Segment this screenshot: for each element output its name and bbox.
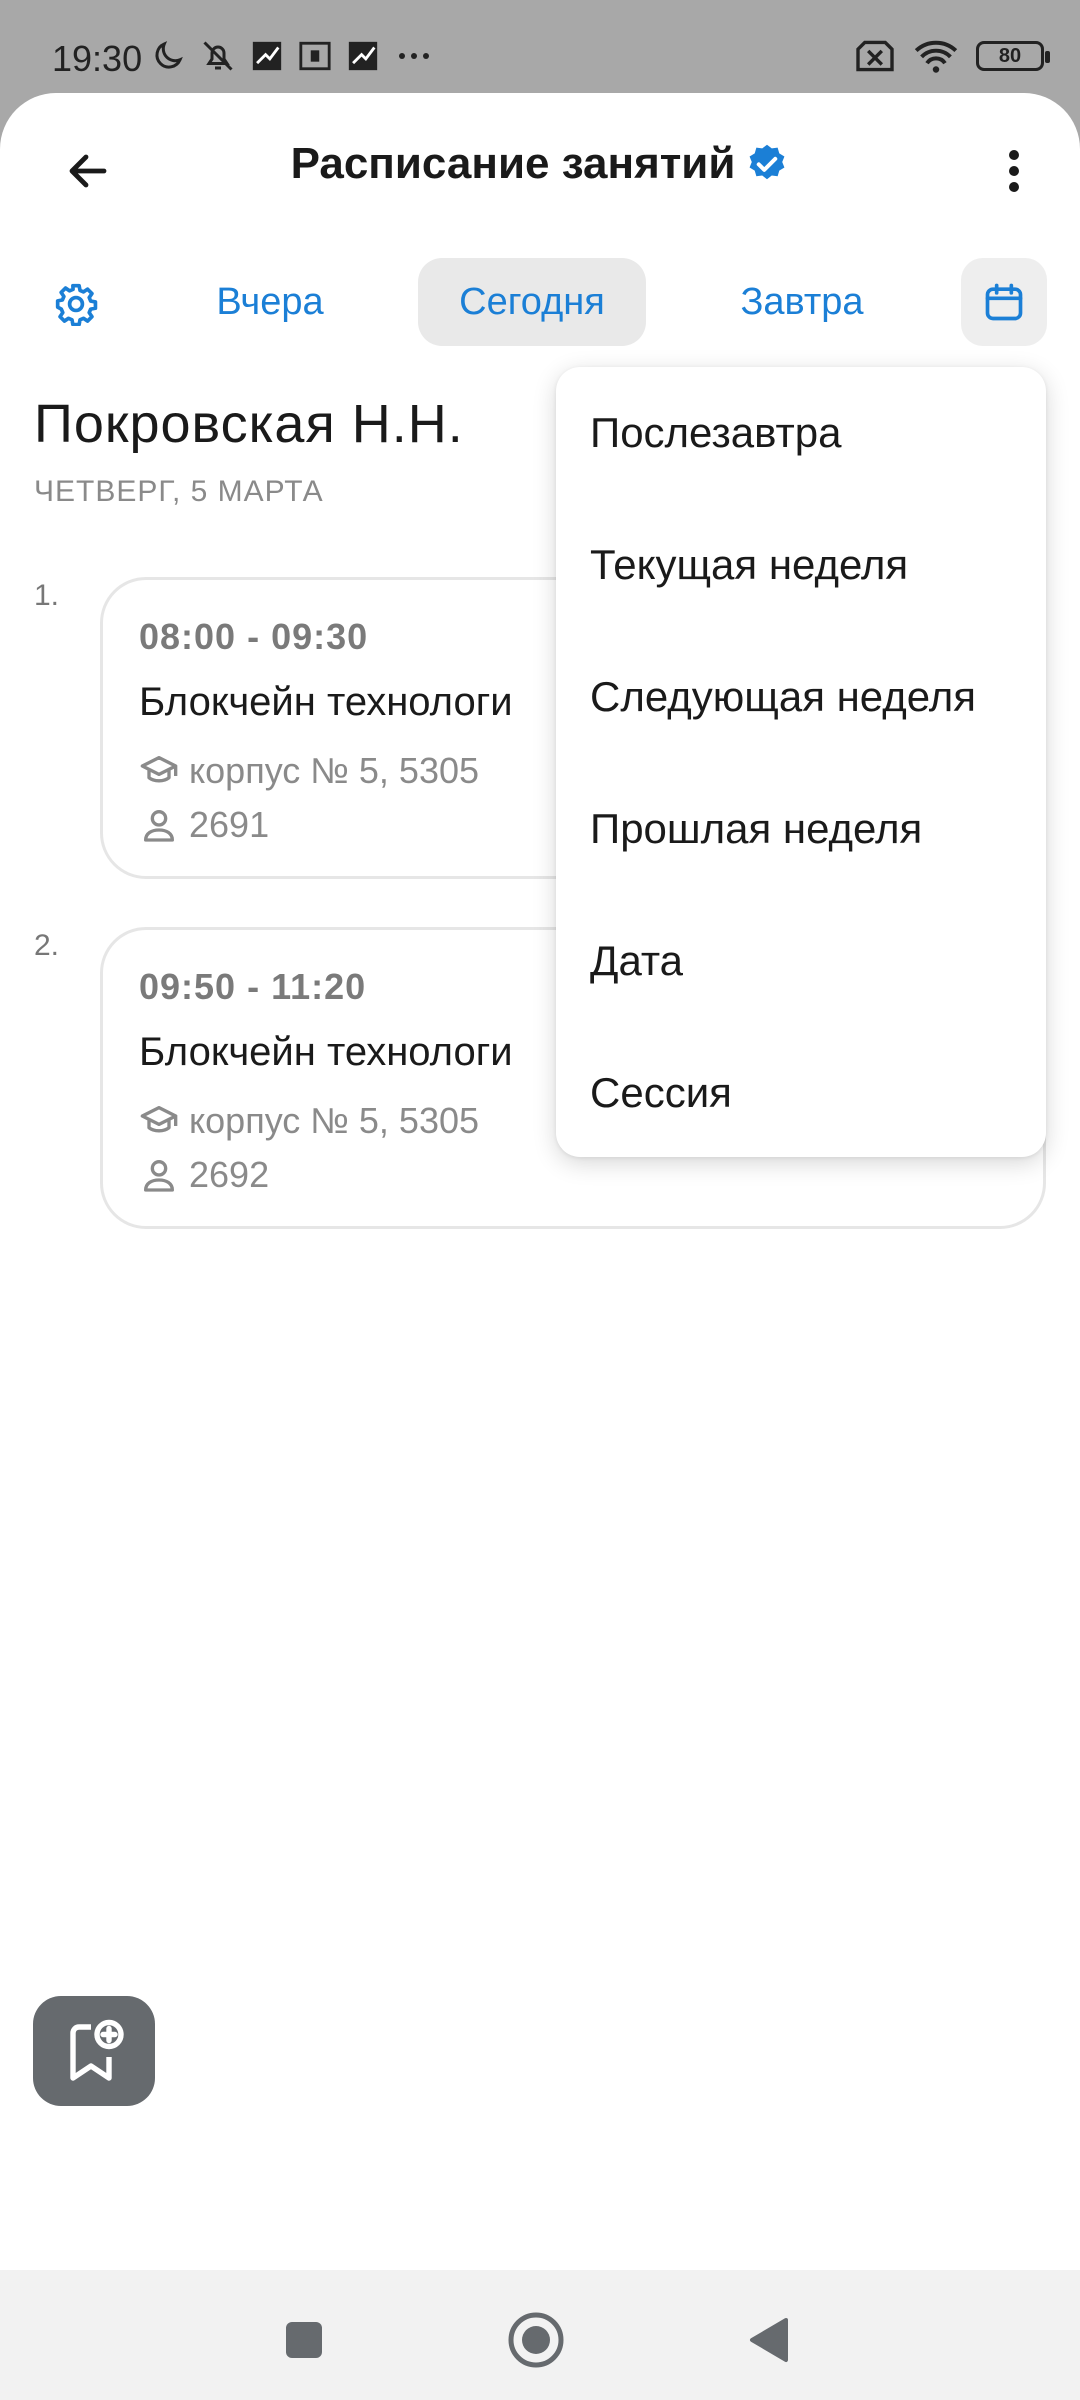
battery-level: 80: [998, 44, 1022, 67]
menu-item-current-week[interactable]: Текущая неделя: [556, 499, 1046, 631]
notification-icon: [348, 41, 378, 71]
lesson-group-text: 2691: [189, 804, 270, 845]
graduation-cap-icon: [140, 1106, 178, 1133]
lesson-subject: Блокчейн технологи: [139, 1030, 513, 1074]
lesson-time: 09:50 - 11:20: [139, 966, 367, 1007]
lesson-time: 08:00 - 09:30: [139, 616, 369, 657]
lesson-place-text: корпус № 5, 5305: [189, 750, 480, 791]
tab-yesterday[interactable]: Вчера: [180, 258, 360, 346]
lesson-number: 1.: [34, 579, 60, 612]
lesson-group-text: 2692: [189, 1154, 270, 1195]
muted-bell-icon: [203, 41, 233, 71]
status-right-icons: 80: [854, 38, 1050, 74]
menu-item-next-week[interactable]: Следующая неделя: [556, 631, 1046, 763]
lesson-place: корпус № 5, 5305: [139, 750, 479, 792]
day-label: ЧЕТВЕРГ, 5 МАРТА: [34, 475, 324, 508]
period-dropdown-menu: Послезавтра Текущая неделя Следующая нед…: [556, 367, 1046, 1157]
lesson-group: 2692: [139, 1154, 269, 1196]
person-icon: [144, 810, 174, 842]
page-title-text: Расписание занятий: [290, 139, 736, 188]
bookmark-add-icon: [70, 2019, 124, 2081]
teacher-name: Покровская Н.Н.: [34, 394, 464, 454]
home-button[interactable]: [496, 2300, 576, 2380]
status-bar: 19:30 80: [0, 0, 1080, 95]
day-tabs: Вчера Сегодня Завтра: [0, 258, 1080, 348]
system-nav-bar: [0, 2270, 1080, 2400]
square-icon: [286, 2322, 322, 2358]
triangle-back-icon: [750, 2318, 788, 2362]
app-bar: Расписание занятий: [0, 93, 1080, 233]
menu-item-session[interactable]: Сессия: [556, 1027, 1046, 1159]
more-vertical-icon: [1009, 150, 1019, 192]
calendar-button[interactable]: [961, 258, 1047, 346]
app-sheet: Расписание занятий Вчера Сегодня Завтра …: [0, 93, 1080, 2400]
wifi-icon: [914, 40, 958, 73]
menu-item-day-after-tomorrow[interactable]: Послезавтра: [556, 367, 1046, 499]
lesson-place: корпус № 5, 5305: [139, 1100, 479, 1142]
graduation-cap-icon: [140, 756, 178, 783]
circle-icon: [508, 2312, 564, 2368]
lesson-group: 2691: [139, 804, 269, 846]
person-icon: [144, 1160, 174, 1192]
menu-item-last-week[interactable]: Прошлая неделя: [556, 763, 1046, 895]
more-options-button[interactable]: [984, 133, 1044, 209]
tab-tomorrow[interactable]: Завтра: [712, 258, 892, 346]
battery-icon: 80: [976, 41, 1050, 71]
moon-icon: [155, 41, 183, 69]
verified-badge-icon: [749, 144, 785, 180]
back-nav-button[interactable]: [728, 2300, 808, 2380]
page-title: Расписание занятий: [0, 139, 1080, 189]
tab-today[interactable]: Сегодня: [418, 258, 646, 346]
settings-button[interactable]: [44, 272, 108, 336]
notification-icon: [252, 41, 282, 71]
add-bookmark-button[interactable]: [33, 1996, 155, 2106]
recents-button[interactable]: [264, 2300, 344, 2380]
status-left-icons: [150, 38, 434, 74]
status-time: 19:30: [52, 38, 143, 79]
sim-icon: [299, 41, 331, 71]
more-dots-icon: [399, 53, 429, 59]
lesson-subject: Блокчейн технологи: [139, 680, 513, 724]
calendar-icon: [985, 283, 1023, 321]
no-sim-icon: [856, 40, 894, 72]
lesson-number: 2.: [34, 929, 60, 962]
lesson-place-text: корпус № 5, 5305: [189, 1100, 480, 1141]
gear-icon: [55, 283, 98, 326]
menu-item-date[interactable]: Дата: [556, 895, 1046, 1027]
